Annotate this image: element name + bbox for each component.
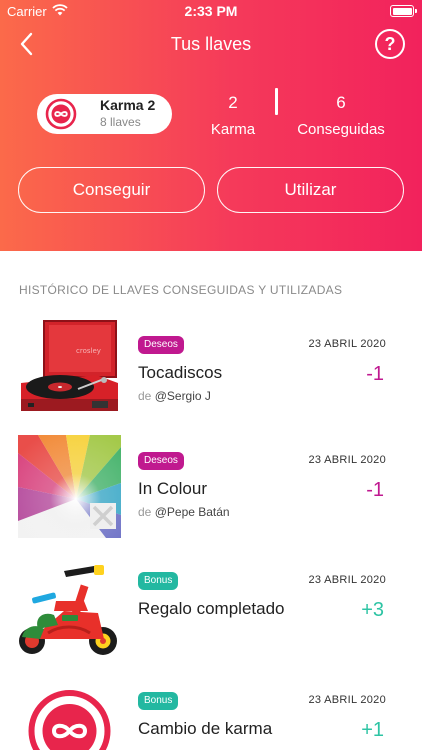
- entry-delta: -1: [366, 479, 384, 501]
- list-item[interactable]: crosley Deseos 23 ABRIL 2020 Tocadiscos …: [0, 319, 422, 423]
- category-badge: Deseos: [138, 336, 184, 354]
- stat-karma-label: Karma: [210, 121, 256, 138]
- page-title: Tus llaves: [170, 34, 252, 54]
- help-button[interactable]: ?: [375, 29, 405, 59]
- record-player-image: crosley: [18, 319, 121, 422]
- entry-author-prefix: de: [138, 389, 152, 403]
- battery-icon: [390, 5, 417, 17]
- entry-name: Tocadiscos: [138, 363, 223, 382]
- category-badge: Bonus: [138, 572, 179, 590]
- entry-date: 23 ABRIL 2020: [308, 694, 386, 706]
- entry-name: In Colour: [138, 479, 207, 498]
- entry-date: 23 ABRIL 2020: [308, 454, 386, 466]
- karma-logo-icon: [45, 98, 77, 130]
- karma-logo-image: [18, 675, 121, 750]
- stat-conseguidas: 6 Conseguidas: [296, 93, 386, 138]
- stat-karma: 2 Karma: [208, 93, 258, 138]
- entry-delta: -1: [366, 363, 384, 385]
- stats-divider: [275, 88, 278, 115]
- entry-author-user[interactable]: @Sergio J: [155, 389, 211, 403]
- stat-conseguidas-label: Conseguidas: [297, 121, 385, 138]
- karma-selector[interactable]: Karma 2 8 llaves: [37, 94, 172, 134]
- entry-author-prefix: de: [138, 505, 152, 519]
- karma-name: Karma 2: [100, 97, 156, 113]
- history-section-title: HISTÓRICO DE LLAVES CONSEGUIDAS Y UTILIZ…: [19, 283, 343, 297]
- status-bar: Carrier 2:33 PM: [0, 0, 422, 22]
- entry-author: de @Pepe Batán: [138, 505, 230, 519]
- entry-date: 23 ABRIL 2020: [308, 338, 386, 350]
- header: Carrier 2:33 PM Tus llaves ? Karma 2 8 l…: [0, 0, 422, 251]
- entry-delta: +1: [361, 719, 384, 741]
- entry-date: 23 ABRIL 2020: [308, 574, 386, 586]
- utilizar-button[interactable]: Utilizar: [217, 167, 404, 213]
- entry-author: de @Sergio J: [138, 389, 211, 403]
- karma-keys: 8 llaves: [100, 115, 141, 129]
- entry-name: Cambio de karma: [138, 719, 273, 738]
- tricycle-image: [18, 555, 121, 658]
- entry-author-user[interactable]: @Pepe Batán: [155, 505, 230, 519]
- status-time: 2:33 PM: [184, 3, 238, 19]
- category-badge: Bonus: [138, 692, 179, 710]
- svg-text:crosley: crosley: [76, 347, 101, 355]
- category-badge: Deseos: [138, 452, 184, 470]
- stat-conseguidas-value: 6: [336, 93, 346, 112]
- list-item[interactable]: Deseos 23 ABRIL 2020 In Colour de @Pepe …: [0, 435, 422, 539]
- entry-delta: +3: [361, 599, 384, 621]
- conseguir-button[interactable]: Conseguir: [18, 167, 205, 213]
- list-item[interactable]: Bonus 23 ABRIL 2020 Cambio de karma +1: [0, 675, 422, 750]
- list-item[interactable]: Bonus 23 ABRIL 2020 Regalo completado +3: [0, 555, 422, 659]
- album-cover-image: [18, 435, 121, 538]
- stat-karma-value: 2: [228, 93, 238, 112]
- entry-name: Regalo completado: [138, 599, 285, 618]
